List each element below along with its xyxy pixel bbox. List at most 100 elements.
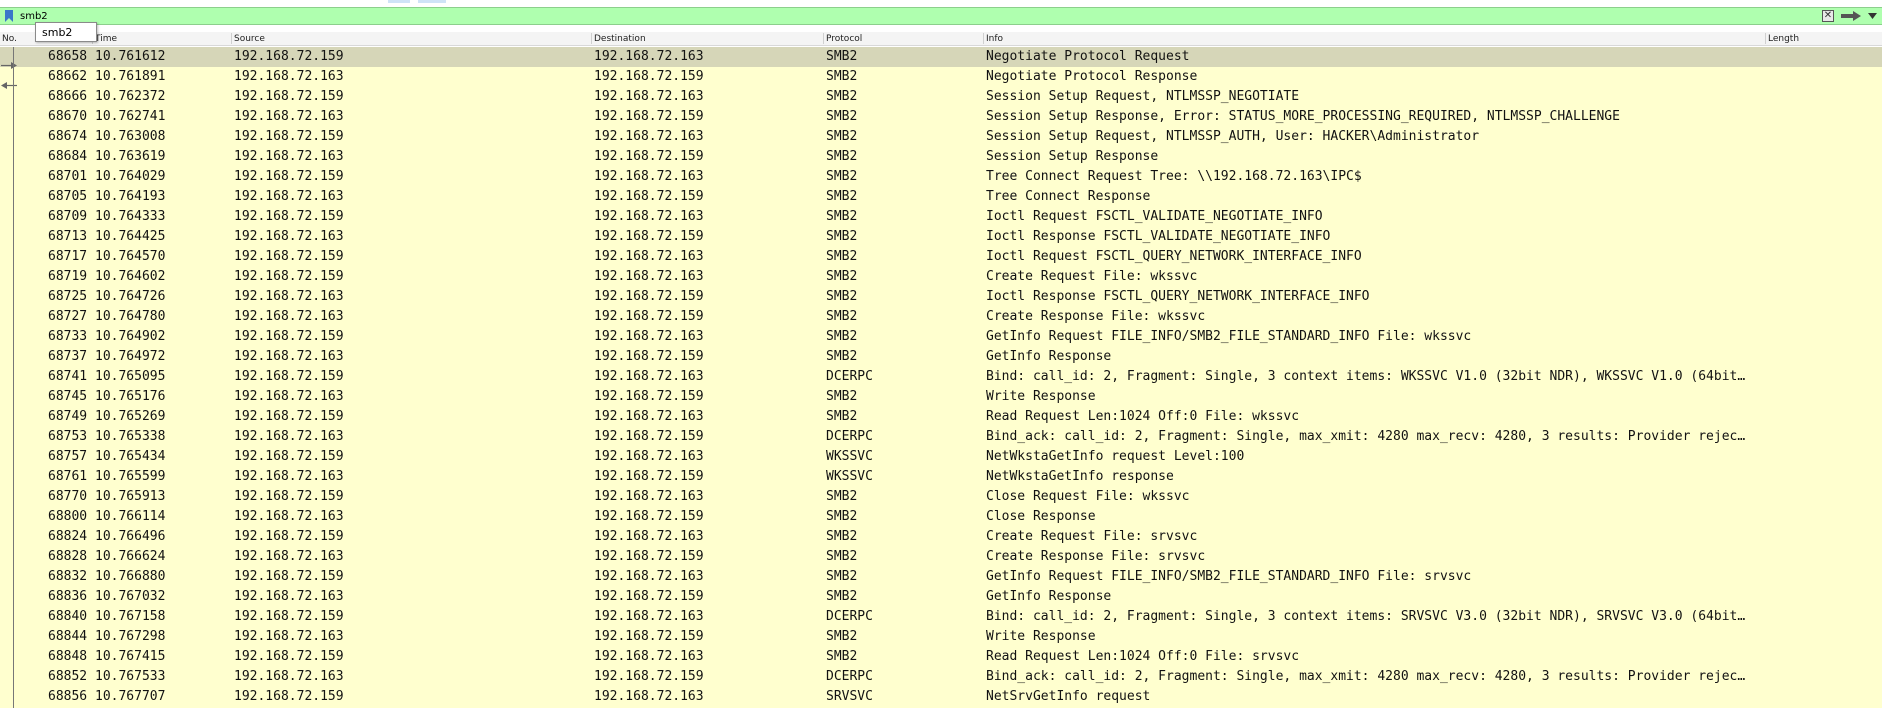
packet-row[interactable]: 68717 10.764570 192.168.72.159 192.168.72.1… (0, 247, 1882, 267)
packet-row[interactable]: 68856 10.767707 192.168.72.159 192.168.72.1… (0, 687, 1882, 707)
packet-row[interactable]: 68666 10.762372 192.168.72.159 192.168.72.1… (0, 87, 1882, 107)
packet-destination: 192.168.72.163 (594, 649, 704, 664)
chevron-down-icon[interactable] (1866, 10, 1878, 22)
packet-info: Tree Connect Request Tree: \\192.168.72.… (986, 169, 1362, 184)
packet-protocol: SRVSVC (826, 689, 873, 704)
packet-time: 10.765434 (95, 449, 166, 464)
packet-row[interactable]: 68725 10.764726 192.168.72.163 192.168.72.1… (0, 287, 1882, 307)
column-header-info[interactable]: Info (986, 34, 1003, 44)
column-separator[interactable] (1765, 33, 1766, 44)
packet-row[interactable]: 68852 10.767533 192.168.72.163 192.168.72.1… (0, 667, 1882, 687)
packet-info: Write Response (986, 629, 1096, 644)
packet-info: Negotiate Protocol Request (986, 49, 1190, 64)
packet-no: 68670 (48, 109, 88, 124)
packet-row[interactable]: 68800 10.766114 192.168.72.163 192.168.72.1… (0, 507, 1882, 527)
packet-row[interactable]: 68674 10.763008 192.168.72.159 192.168.72.1… (0, 127, 1882, 147)
packet-row[interactable]: 68709 10.764333 192.168.72.159 192.168.72.1… (0, 207, 1882, 227)
packet-row[interactable]: 68719 10.764602 192.168.72.159 192.168.72.1… (0, 267, 1882, 287)
packet-destination: 192.168.72.159 (594, 69, 704, 84)
packet-info: Bind_ack: call_id: 2, Fragment: Single, … (986, 429, 1746, 444)
packet-list[interactable]: 68658 10.761612 192.168.72.159 192.168.72.1… (0, 47, 1882, 708)
packet-destination: 192.168.72.163 (594, 169, 704, 184)
arrow-right-icon[interactable] (1840, 10, 1862, 22)
packet-time: 10.767707 (95, 689, 166, 704)
packet-no: 68836 (48, 589, 88, 604)
packet-no: 68737 (48, 349, 88, 364)
packet-row[interactable]: 68662 10.761891 192.168.72.163 192.168.72.1… (0, 67, 1882, 87)
packet-protocol: SMB2 (826, 189, 858, 204)
display-filter-input[interactable] (20, 9, 1820, 23)
packet-info: Read Request Len:1024 Off:0 File: wkssvc (986, 409, 1300, 424)
packet-time: 10.765338 (95, 429, 166, 444)
packet-info: NetWkstaGetInfo response (986, 469, 1174, 484)
packet-row[interactable]: 68848 10.767415 192.168.72.159 192.168.72.1… (0, 647, 1882, 667)
packet-time: 10.765269 (95, 409, 166, 424)
packet-time: 10.763619 (95, 149, 166, 164)
packet-time: 10.764972 (95, 349, 166, 364)
column-separator[interactable] (823, 33, 824, 44)
packet-protocol: SMB2 (826, 349, 858, 364)
packet-source: 192.168.72.159 (234, 49, 344, 64)
column-header-no[interactable]: No. (2, 34, 17, 44)
packet-row[interactable]: 68828 10.766624 192.168.72.163 192.168.72.1… (0, 547, 1882, 567)
column-header-destination[interactable]: Destination (594, 34, 646, 44)
autocomplete-item[interactable]: smb2 (42, 26, 72, 39)
packet-time: 10.764902 (95, 329, 166, 344)
packet-source: 192.168.72.159 (234, 649, 344, 664)
packet-info: Create Request File: srvsvc (986, 529, 1198, 544)
close-icon[interactable]: ✕ (1822, 10, 1834, 22)
packet-row[interactable]: 68757 10.765434 192.168.72.159 192.168.72.1… (0, 447, 1882, 467)
column-header-time[interactable]: Time (95, 34, 117, 44)
column-separator[interactable] (591, 33, 592, 44)
display-filter-bar: ✕ (0, 7, 1882, 25)
packet-row[interactable]: 68832 10.766880 192.168.72.159 192.168.72.1… (0, 567, 1882, 587)
packet-row[interactable]: 68701 10.764029 192.168.72.159 192.168.72.1… (0, 167, 1882, 187)
packet-row[interactable]: 68840 10.767158 192.168.72.159 192.168.72.1… (0, 607, 1882, 627)
packet-row[interactable]: 68749 10.765269 192.168.72.159 192.168.72.1… (0, 407, 1882, 427)
packet-row[interactable]: 68705 10.764193 192.168.72.163 192.168.72.1… (0, 187, 1882, 207)
packet-row[interactable]: 68733 10.764902 192.168.72.159 192.168.72.1… (0, 327, 1882, 347)
packet-protocol: DCERPC (826, 669, 873, 684)
packet-time: 10.767298 (95, 629, 166, 644)
packet-row[interactable]: 68761 10.765599 192.168.72.163 192.168.72.1… (0, 467, 1882, 487)
column-separator[interactable] (983, 33, 984, 44)
packet-row[interactable]: 68713 10.764425 192.168.72.163 192.168.72.1… (0, 227, 1882, 247)
packet-row[interactable]: 68844 10.767298 192.168.72.163 192.168.72.1… (0, 627, 1882, 647)
bookmark-icon[interactable] (2, 9, 16, 23)
column-header-protocol[interactable]: Protocol (826, 34, 862, 44)
packet-row[interactable]: 68727 10.764780 192.168.72.163 192.168.72.1… (0, 307, 1882, 327)
packet-destination: 192.168.72.159 (594, 109, 704, 124)
packet-info: NetWkstaGetInfo request Level:100 (986, 449, 1245, 464)
packet-source: 192.168.72.163 (234, 549, 344, 564)
packet-info: GetInfo Request FILE_INFO/SMB2_FILE_STAN… (986, 329, 1472, 344)
packet-protocol: SMB2 (826, 129, 858, 144)
packet-row[interactable]: 68753 10.765338 192.168.72.163 192.168.72.1… (0, 427, 1882, 447)
packet-protocol: WKSSVC (826, 449, 873, 464)
packet-destination: 192.168.72.159 (594, 389, 704, 404)
packet-row[interactable]: 68737 10.764972 192.168.72.163 192.168.72.1… (0, 347, 1882, 367)
column-header-source[interactable]: Source (234, 34, 265, 44)
packet-row[interactable]: 68745 10.765176 192.168.72.163 192.168.72.1… (0, 387, 1882, 407)
packet-row[interactable]: 68684 10.763619 192.168.72.163 192.168.72.1… (0, 147, 1882, 167)
column-separator[interactable] (231, 33, 232, 44)
packet-row[interactable]: 68824 10.766496 192.168.72.159 192.168.72.1… (0, 527, 1882, 547)
packet-time: 10.767158 (95, 609, 166, 624)
packet-protocol: SMB2 (826, 149, 858, 164)
packet-row[interactable]: 68836 10.767032 192.168.72.163 192.168.72.1… (0, 587, 1882, 607)
packet-destination: 192.168.72.163 (594, 329, 704, 344)
packet-time: 10.766496 (95, 529, 166, 544)
packet-destination: 192.168.72.159 (594, 309, 704, 324)
packet-no: 68832 (48, 569, 88, 584)
packet-info: Create Request File: wkssvc (986, 269, 1198, 284)
packet-no: 68848 (48, 649, 88, 664)
packet-source: 192.168.72.159 (234, 209, 344, 224)
packet-destination: 192.168.72.159 (594, 589, 704, 604)
packet-row[interactable]: 68770 10.765913 192.168.72.159 192.168.72.1… (0, 487, 1882, 507)
column-header-length[interactable]: Length (1768, 34, 1799, 44)
packet-time: 10.764780 (95, 309, 166, 324)
packet-row[interactable]: 68670 10.762741 192.168.72.163 192.168.72.1… (0, 107, 1882, 127)
packet-row[interactable]: 68658 10.761612 192.168.72.159 192.168.72.1… (0, 47, 1882, 67)
packet-no: 68674 (48, 129, 88, 144)
packet-row[interactable]: 68741 10.765095 192.168.72.159 192.168.72.1… (0, 367, 1882, 387)
packet-destination: 192.168.72.159 (594, 229, 704, 244)
